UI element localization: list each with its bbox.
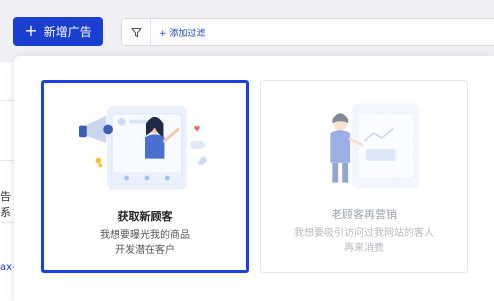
add-filter-link[interactable]: + 添加过滤 <box>159 26 205 39</box>
desc-line: 开发潜在客户 <box>115 245 175 256</box>
background-column-header: 告系 <box>0 190 11 219</box>
desc-line: 我想要吸引访问过我网站的客人 <box>294 228 434 239</box>
divider <box>0 100 14 101</box>
desc-line: 我想要曝光我的商品 <box>100 230 190 241</box>
svg-text:♥: ♥ <box>194 124 201 133</box>
add-ad-label: 新增广告 <box>43 25 92 39</box>
background-table: 告系 ax- <box>0 62 16 301</box>
desc-line: 再来消费 <box>344 243 384 254</box>
campaign-type-panel: ♥ 获取新顾客 我想要曝光我的商品 开发潜在客户 老顾客再营销 我想要吸引访问过… <box>14 56 494 301</box>
card-description: 我想要曝光我的商品 开发潜在客户 <box>44 228 246 258</box>
card-description: 我想要吸引访问过我网站的客人 再来消费 <box>261 226 467 256</box>
add-ad-button[interactable]: + 新增广告 <box>13 17 103 46</box>
top-toolbar: + 新增广告 + 添加过滤 <box>0 0 494 62</box>
megaphone-illustration: ♥ <box>78 106 208 190</box>
card-remarket-customers[interactable]: 老顾客再营销 我想要吸引访问过我网站的客人 再来消费 <box>260 80 468 273</box>
card-acquire-customers[interactable]: ♥ 获取新顾客 我想要曝光我的商品 开发潜在客户 <box>41 80 249 273</box>
chart-illustration <box>330 103 420 189</box>
filter-icon[interactable] <box>122 19 151 45</box>
plus-icon: + <box>24 20 38 40</box>
filter-bar[interactable]: + 添加过滤 <box>121 18 494 46</box>
card-title: 老顾客再营销 <box>331 208 397 221</box>
divider <box>0 222 14 223</box>
divider <box>0 160 14 161</box>
card-title: 获取新顾客 <box>117 210 173 223</box>
